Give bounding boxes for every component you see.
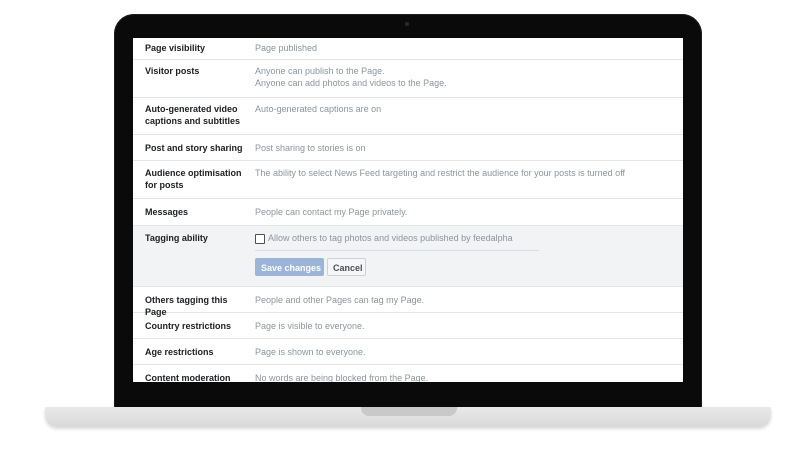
- setting-row-tagging-ability: Tagging ability Allow others to tag phot…: [133, 226, 683, 287]
- setting-label: Audience optimisation for posts: [145, 168, 242, 190]
- setting-value: People can contact my Page privately.: [255, 207, 415, 225]
- setting-value-line: Page is shown to everyone.: [255, 347, 366, 357]
- setting-label: Tagging ability: [145, 233, 208, 243]
- tagging-checkbox[interactable]: [255, 233, 265, 244]
- tagging-button-group: Save changes Cancel: [255, 257, 539, 276]
- settings-table: Page visibility Page published Visitor p…: [133, 38, 683, 382]
- tagging-checkbox-line[interactable]: Allow others to tag photos and videos pu…: [255, 233, 539, 245]
- setting-value: Anyone can publish to the Page. Anyone c…: [255, 66, 455, 97]
- setting-value-line: Page is visible to everyone.: [255, 321, 365, 331]
- setting-value-line: People and other Pages can tag my Page.: [255, 295, 425, 305]
- tagging-edit-panel: Allow others to tag photos and videos pu…: [255, 233, 547, 286]
- cancel-button[interactable]: Cancel: [327, 257, 366, 276]
- setting-row-visitor-posts[interactable]: Visitor posts Anyone can publish to the …: [133, 60, 683, 98]
- setting-value: No words are being blocked from the Page…: [255, 373, 436, 382]
- screen: Page visibility Page published Visitor p…: [133, 38, 683, 382]
- setting-value-line: The ability to select News Feed targetin…: [255, 168, 626, 178]
- setting-label: Age restrictions: [145, 347, 214, 357]
- setting-label: Country restrictions: [145, 321, 232, 331]
- setting-value-line: No words are being blocked from the Page…: [255, 373, 429, 382]
- laptop-notch: [361, 407, 457, 416]
- setting-row-content-moderation[interactable]: Content moderation No words are being bl…: [133, 365, 683, 382]
- setting-value: Page published: [255, 43, 325, 59]
- setting-value-line: People can contact my Page privately.: [255, 207, 408, 217]
- setting-row-country-restrictions[interactable]: Country restrictions Page is visible to …: [133, 313, 683, 339]
- setting-value: The ability to select News Feed targetin…: [255, 168, 633, 198]
- setting-row-video-captions[interactable]: Auto-generated video captions and subtit…: [133, 98, 683, 135]
- setting-label: Page visibility: [145, 43, 206, 53]
- setting-value-line: Post sharing to stories is on: [255, 143, 366, 153]
- setting-row-messages[interactable]: Messages People can contact my Page priv…: [133, 199, 683, 226]
- setting-label: Auto-generated video captions and subtit…: [145, 104, 241, 126]
- setting-label: Visitor posts: [145, 66, 200, 76]
- setting-label: Post and story sharing: [145, 143, 243, 153]
- setting-row-age-restrictions[interactable]: Age restrictions Page is shown to everyo…: [133, 339, 683, 365]
- setting-label: Content moderation: [145, 373, 231, 382]
- camera-icon: [405, 22, 409, 26]
- setting-value: Post sharing to stories is on: [255, 143, 374, 160]
- setting-label: Messages: [145, 207, 189, 217]
- setting-value-line: Page published: [255, 43, 318, 53]
- setting-value-line: Anyone can publish to the Page.: [255, 66, 385, 76]
- setting-value: Page is shown to everyone.: [255, 347, 374, 364]
- setting-row-page-visibility[interactable]: Page visibility Page published: [133, 38, 683, 60]
- setting-row-audience-optimisation[interactable]: Audience optimisation for posts The abil…: [133, 161, 683, 199]
- save-changes-button[interactable]: Save changes: [255, 257, 324, 276]
- setting-value: Auto-generated captions are on: [255, 104, 389, 134]
- setting-row-others-tagging[interactable]: Others tagging this Page People and othe…: [133, 287, 683, 317]
- setting-row-story-sharing[interactable]: Post and story sharing Post sharing to s…: [133, 135, 683, 161]
- divider: [255, 249, 539, 251]
- setting-value-line: Anyone can add photos and videos to the …: [255, 77, 447, 88]
- setting-value: People and other Pages can tag my Page.: [255, 295, 432, 312]
- tagging-checkbox-label[interactable]: Allow others to tag photos and videos pu…: [268, 233, 513, 245]
- setting-label: Others tagging this Page: [145, 295, 228, 317]
- setting-value: Page is visible to everyone.: [255, 321, 373, 338]
- setting-value-line: Auto-generated captions are on: [255, 104, 382, 114]
